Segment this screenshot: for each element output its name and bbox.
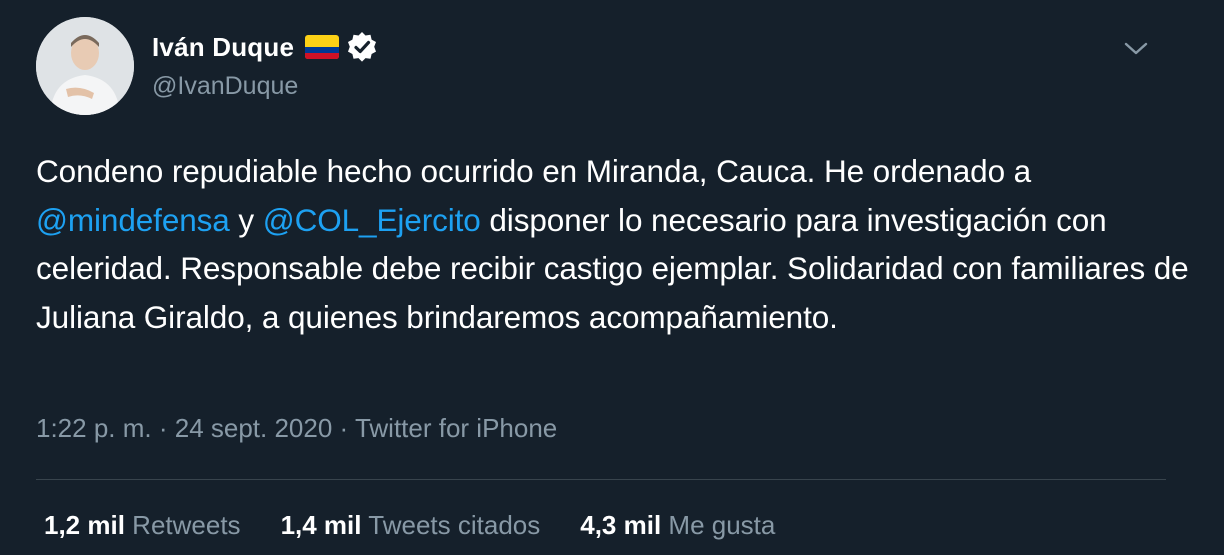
- display-name[interactable]: Iván Duque: [152, 32, 294, 63]
- avatar-image: [36, 17, 134, 115]
- quote-tweets-label: Tweets citados: [368, 510, 541, 540]
- mention-link-mindefensa[interactable]: @mindefensa: [36, 202, 230, 238]
- retweets-stat[interactable]: 1,2 mil Retweets: [44, 510, 241, 541]
- meta-separator: ·: [151, 413, 175, 443]
- colombia-flag-icon: [304, 33, 340, 61]
- tweet-date[interactable]: 24 sept. 2020: [175, 413, 333, 443]
- avatar[interactable]: [36, 17, 134, 115]
- divider: [36, 479, 1166, 480]
- engagement-stats: 1,2 mil Retweets 1,4 mil Tweets citados …: [44, 510, 815, 541]
- retweets-count: 1,2 mil: [44, 510, 125, 540]
- tweet-text-part: y: [229, 201, 263, 238]
- chevron-down-icon[interactable]: [1116, 29, 1156, 69]
- tweet-text: Condeno repudiable hecho ocurrido en Mir…: [36, 147, 1196, 341]
- verified-badge-icon: [346, 31, 378, 63]
- name-row: Iván Duque: [152, 29, 378, 65]
- quote-tweets-stat[interactable]: 1,4 mil Tweets citados: [281, 510, 541, 541]
- tweet-card: Iván Duque @IvanDuque Condeno repudiable…: [0, 0, 1224, 555]
- quote-tweets-count: 1,4 mil: [280, 510, 362, 540]
- likes-count: 4,3 mil: [580, 510, 662, 540]
- tweet-source[interactable]: Twitter for iPhone: [355, 413, 557, 443]
- author-handle[interactable]: @IvanDuque: [152, 72, 298, 101]
- meta-separator: ·: [332, 413, 355, 443]
- likes-label: Me gusta: [668, 510, 776, 540]
- retweets-label: Retweets: [132, 510, 241, 540]
- tweet-text-part: Condeno repudiable hecho ocurrido en Mir…: [36, 153, 1032, 189]
- tweet-header: Iván Duque @IvanDuque: [36, 17, 1186, 117]
- tweet-metadata: 1:22 p. m. · 24 sept. 2020 · Twitter for…: [36, 413, 557, 444]
- tweet-time[interactable]: 1:22 p. m.: [36, 413, 152, 443]
- mention-link-col-ejercito[interactable]: @COL_Ejercito: [263, 202, 481, 238]
- likes-stat[interactable]: 4,3 mil Me gusta: [580, 510, 775, 541]
